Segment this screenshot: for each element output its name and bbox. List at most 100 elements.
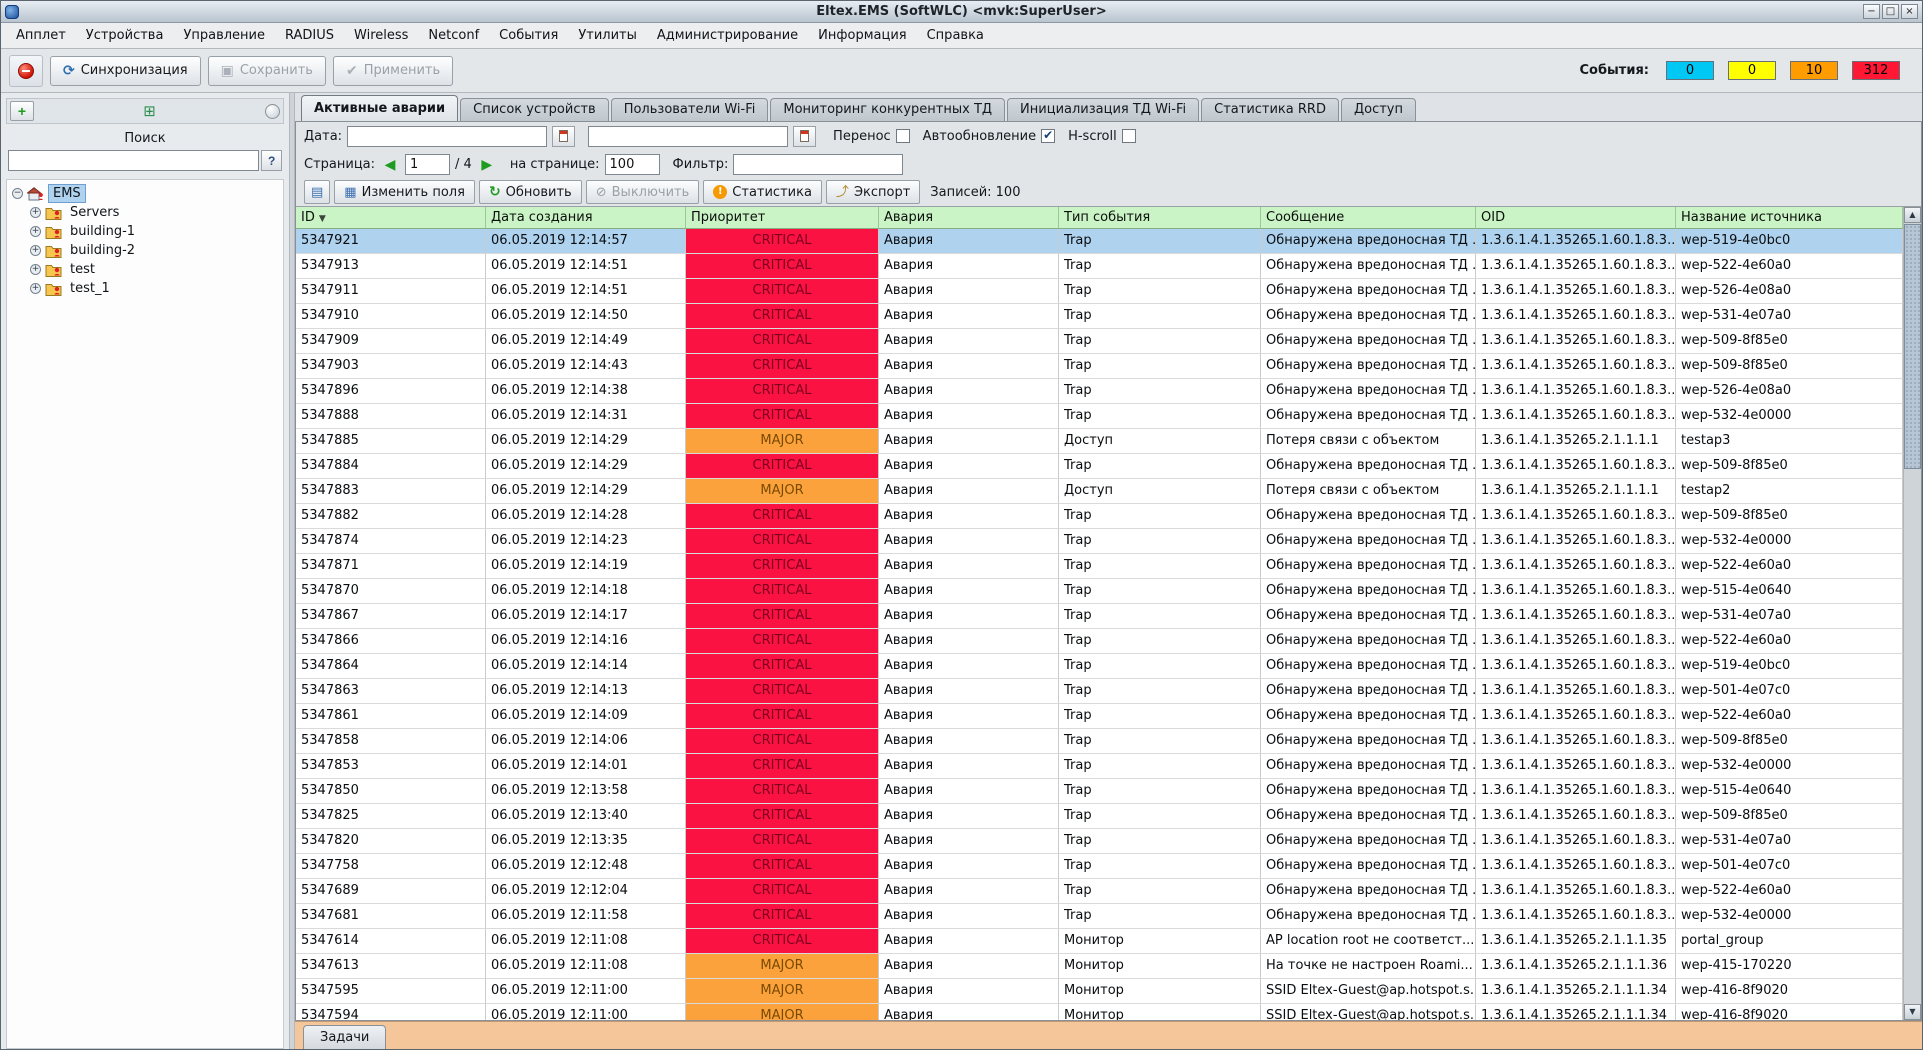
table-row[interactable]: 534786706.05.2019 12:14:17CRITICALАвария… [296,604,1903,629]
collapse-icon[interactable]: − [12,188,23,199]
search-help-button[interactable]: ? [261,150,282,171]
expand-icon[interactable]: + [30,226,41,237]
menu-item-4[interactable]: RADIUS [276,25,343,46]
tree-toggle-button[interactable] [265,104,280,119]
table-row[interactable]: 534791006.05.2019 12:14:50CRITICALАвария… [296,304,1903,329]
table-row[interactable]: 534788206.05.2019 12:14:28CRITICALАвария… [296,504,1903,529]
event-counter-warning[interactable]: 0 [1728,61,1776,80]
table-row[interactable]: 534768106.05.2019 12:11:58CRITICALАвария… [296,904,1903,929]
tab-5[interactable]: Инициализация ТД Wi-Fi [1007,98,1199,121]
table-row[interactable]: 534782506.05.2019 12:13:40CRITICALАвария… [296,804,1903,829]
table-settings-button[interactable]: ▤ [304,180,330,204]
expand-icon[interactable]: + [30,283,41,294]
tree-item-building-2[interactable]: +building-2 [7,241,283,260]
menu-item-9[interactable]: Администрирование [648,25,807,46]
column-header-id[interactable]: ID▼ [296,207,486,229]
vertical-scrollbar[interactable]: ▲ ▼ [1903,207,1921,1020]
menu-item-2[interactable]: Устройства [77,25,173,46]
maximize-icon[interactable]: □ [1882,4,1899,19]
table-row[interactable]: 534789606.05.2019 12:14:38CRITICALАвария… [296,379,1903,404]
table-row[interactable]: 534790306.05.2019 12:14:43CRITICALАвария… [296,354,1903,379]
column-header-date-created[interactable]: Дата создания [486,207,686,229]
tasks-tab[interactable]: Задачи [303,1025,386,1049]
table-row[interactable]: 534768906.05.2019 12:12:04CRITICALАвария… [296,879,1903,904]
tree-item-building-1[interactable]: +building-1 [7,222,283,241]
hscroll-checkbox[interactable] [1122,129,1136,143]
table-row[interactable]: 534790906.05.2019 12:14:49CRITICALАвария… [296,329,1903,354]
menu-item-6[interactable]: Netconf [419,25,488,46]
table-row[interactable]: 534761306.05.2019 12:11:08MAJORАварияМон… [296,954,1903,979]
column-header-alarm[interactable]: Авария [879,207,1059,229]
scroll-down-icon[interactable]: ▼ [1904,1004,1921,1020]
close-icon[interactable]: × [1901,4,1918,19]
apply-button[interactable]: ✔ Применить [333,56,453,86]
tree-item-test[interactable]: +test [7,260,283,279]
wrap-checkbox[interactable] [896,129,910,143]
tab-4[interactable]: Мониторинг конкурентных ТД [770,98,1005,121]
table-row[interactable]: 534788306.05.2019 12:14:29MAJORАварияДос… [296,479,1903,504]
alarm-status-button[interactable] [9,55,43,87]
tree-view-icon[interactable]: ⊞ [143,102,156,120]
table-row[interactable]: 534788406.05.2019 12:14:29CRITICALАвария… [296,454,1903,479]
table-row[interactable]: 534759506.05.2019 12:11:00MAJORАварияМон… [296,979,1903,1004]
table-row[interactable]: 534761406.05.2019 12:11:08CRITICALАвария… [296,929,1903,954]
column-header-source-name[interactable]: Название источника [1676,207,1903,229]
table-row[interactable]: 534791106.05.2019 12:14:51CRITICALАвария… [296,279,1903,304]
table-row[interactable]: 534759406.05.2019 12:11:00MAJORАварияМон… [296,1004,1903,1020]
menu-item-7[interactable]: События [490,25,567,46]
table-row[interactable]: 534775806.05.2019 12:12:48CRITICALАвария… [296,854,1903,879]
export-button[interactable]: ⤴ Экспорт [826,180,920,204]
date-from-input[interactable] [347,126,547,147]
tab-3[interactable]: Пользователи Wi-Fi [611,98,769,121]
tree-item-test_1[interactable]: +test_1 [7,279,283,298]
column-header-message[interactable]: Сообщение [1261,207,1476,229]
tree-add-button[interactable]: + [10,101,34,121]
date-to-calendar-button[interactable] [793,126,816,147]
menu-item-1[interactable]: Апплет [7,25,75,46]
table-row[interactable]: 534786406.05.2019 12:14:14CRITICALАвария… [296,654,1903,679]
tab-2[interactable]: Список устройств [460,98,609,121]
tree-item-Servers[interactable]: +Servers [7,203,283,222]
menu-item-8[interactable]: Утилиты [569,25,646,46]
menu-item-11[interactable]: Справка [918,25,993,46]
table-row[interactable]: 534787406.05.2019 12:14:23CRITICALАвария… [296,529,1903,554]
table-row[interactable]: 534787106.05.2019 12:14:19CRITICALАвария… [296,554,1903,579]
save-button[interactable]: ▣ Сохранить [208,56,326,86]
column-header-priority[interactable]: Приоритет [686,207,879,229]
statistics-button[interactable]: ! Статистика [703,180,822,204]
prev-page-button[interactable]: ◀ [380,154,400,174]
table-row[interactable]: 534788806.05.2019 12:14:31CRITICALАвария… [296,404,1903,429]
autorefresh-checkbox[interactable] [1041,129,1055,143]
tree-search-input[interactable] [8,150,259,171]
menu-item-10[interactable]: Информация [809,25,915,46]
table-row[interactable]: 534785306.05.2019 12:14:01CRITICALАвария… [296,754,1903,779]
table-row[interactable]: 534786106.05.2019 12:14:09CRITICALАвария… [296,704,1903,729]
expand-icon[interactable]: + [30,207,41,218]
table-row[interactable]: 534786306.05.2019 12:14:13CRITICALАвария… [296,679,1903,704]
event-counter-major[interactable]: 10 [1790,61,1838,80]
expand-icon[interactable]: + [30,245,41,256]
table-row[interactable]: 534788506.05.2019 12:14:29MAJORАварияДос… [296,429,1903,454]
event-counter-critical[interactable]: 312 [1852,61,1900,80]
date-from-calendar-button[interactable] [552,126,575,147]
event-counter-info[interactable]: 0 [1666,61,1714,80]
tab-1[interactable]: Активные аварии [301,95,458,121]
table-row[interactable]: 534786606.05.2019 12:14:16CRITICALАвария… [296,629,1903,654]
next-page-button[interactable]: ▶ [477,154,497,174]
sync-button[interactable]: ⟳ Синхронизация [50,56,201,86]
date-to-input[interactable] [588,126,788,147]
scrollbar-track[interactable] [1904,223,1921,1004]
expand-icon[interactable]: + [30,264,41,275]
table-row[interactable]: 534785006.05.2019 12:13:58CRITICALАвария… [296,779,1903,804]
per-page-input[interactable] [605,154,660,175]
tab-7[interactable]: Доступ [1341,98,1416,121]
refresh-button[interactable]: ↻ Обновить [479,180,582,204]
filter-input[interactable] [733,154,903,175]
tree-item-EMS[interactable]: −EMS [7,184,283,203]
scrollbar-thumb[interactable] [1904,224,1921,469]
table-row[interactable]: 534782006.05.2019 12:13:35CRITICALАвария… [296,829,1903,854]
edit-fields-button[interactable]: ▦ Изменить поля [334,180,475,204]
menu-item-3[interactable]: Управление [174,25,274,46]
table-row[interactable]: 534787006.05.2019 12:14:18CRITICALАвария… [296,579,1903,604]
page-input[interactable] [405,154,450,175]
